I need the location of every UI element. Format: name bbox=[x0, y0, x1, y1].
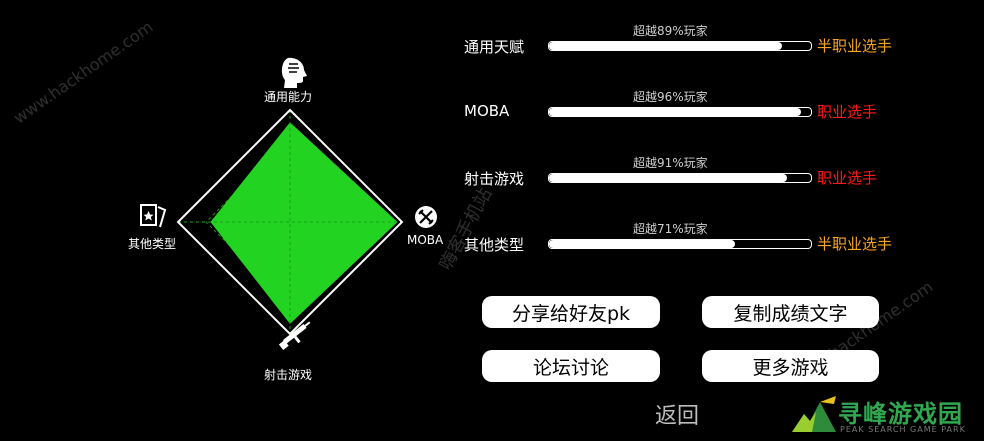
stat-progress-bar bbox=[548, 107, 812, 117]
share-pk-button[interactable]: 分享给好友pk bbox=[482, 296, 660, 328]
radar-value-shape bbox=[210, 122, 398, 324]
stat-rank: 半职业选手 bbox=[817, 37, 893, 55]
stat-rank: 半职业选手 bbox=[817, 235, 893, 253]
logo-title: 寻峰游戏园 bbox=[838, 400, 963, 428]
stat-progress-fill bbox=[549, 108, 801, 116]
stat-progress-fill bbox=[549, 174, 788, 182]
stat-percentile: 超越91%玩家 bbox=[633, 156, 708, 170]
stat-progress-fill bbox=[549, 240, 736, 248]
cards-icon bbox=[140, 204, 167, 228]
site-logo: 寻峰游戏园 PEAK SEARCH GAME PARK bbox=[790, 392, 984, 441]
stat-rank: 职业选手 bbox=[817, 103, 878, 121]
stat-progress-bar bbox=[548, 239, 812, 249]
stat-name: MOBA bbox=[464, 102, 510, 120]
logo-subtitle: PEAK SEARCH GAME PARK bbox=[840, 425, 966, 434]
back-button[interactable]: 返回 bbox=[655, 398, 699, 430]
stat-rank: 职业选手 bbox=[817, 169, 878, 187]
stat-progress-fill bbox=[549, 42, 783, 50]
copy-results-button[interactable]: 复制成绩文字 bbox=[702, 296, 879, 328]
crossed-swords-icon bbox=[415, 206, 437, 228]
stat-percentile: 超越89%玩家 bbox=[633, 24, 708, 38]
forum-button[interactable]: 论坛讨论 bbox=[482, 350, 660, 382]
stat-row: 其他类型 超越71%玩家 半职业选手 bbox=[0, 222, 984, 268]
stat-percentile: 超越71%玩家 bbox=[633, 222, 708, 236]
radar-label-shooter: 射击游戏 bbox=[264, 368, 313, 382]
more-games-button[interactable]: 更多游戏 bbox=[702, 350, 879, 382]
stat-percentile: 超越96%玩家 bbox=[633, 90, 708, 104]
stat-progress-bar bbox=[548, 173, 812, 183]
stat-progress-bar bbox=[548, 41, 812, 51]
mountain-logo-icon bbox=[792, 396, 836, 432]
stat-row: MOBA 超越96%玩家职业选手 bbox=[0, 90, 984, 136]
stat-name: 通用天赋 bbox=[464, 38, 525, 56]
rifle-icon bbox=[278, 321, 311, 350]
